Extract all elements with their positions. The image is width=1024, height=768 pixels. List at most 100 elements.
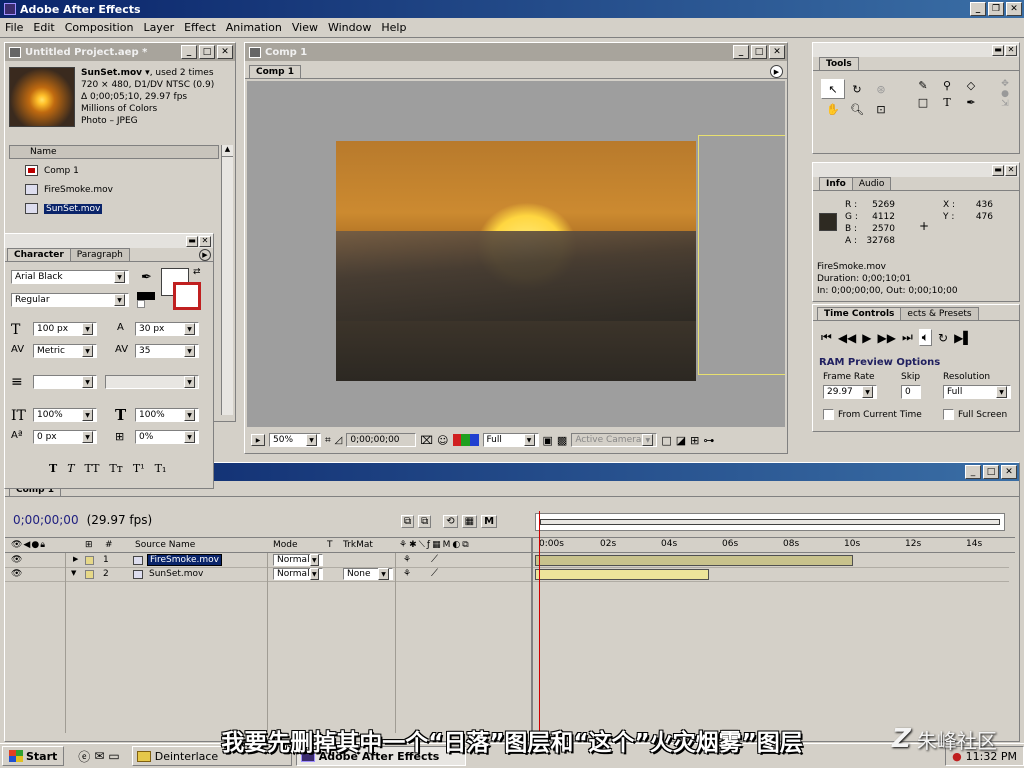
flowchart-icon[interactable]: ⊞	[690, 434, 699, 447]
brush-tool-icon[interactable]: ✎	[911, 79, 935, 92]
first-frame-icon[interactable]: ⏮	[821, 330, 832, 345]
comp-flowchart-icon[interactable]: ⊶	[703, 434, 714, 447]
panel-close-button[interactable]: ✕	[1005, 44, 1017, 56]
hand-tool-icon[interactable]: ✋	[821, 103, 845, 116]
tab-comp-1[interactable]: Comp 1	[249, 65, 302, 78]
tab-info[interactable]: Info	[819, 177, 853, 190]
selection-tool-icon[interactable]: ↖	[821, 79, 845, 99]
tab-time-controls[interactable]: Time Controls	[817, 307, 902, 320]
minimize-button[interactable]: _	[970, 2, 986, 16]
motion-blur-icon[interactable]: M	[481, 515, 498, 528]
menu-file[interactable]: File	[0, 21, 28, 34]
rectangle-tool-icon[interactable]: □	[911, 96, 935, 109]
blend-mode-select[interactable]: Normal ▼	[273, 554, 323, 566]
quality-switch-icon[interactable]: ⟋	[431, 554, 438, 565]
panel-close-button[interactable]: ✕	[1005, 164, 1017, 176]
leading-field[interactable]: 30 px ▼	[135, 322, 199, 336]
horizontal-scale-field[interactable]: 100% ▼	[135, 408, 199, 422]
tab-paragraph[interactable]: Paragraph	[69, 248, 130, 261]
timecode-display[interactable]: 0;00;00;00	[346, 433, 417, 447]
layer-duration-bar[interactable]	[535, 569, 709, 580]
layer-duration-bar[interactable]	[535, 555, 853, 566]
rotation-tool-icon[interactable]: ↻	[845, 79, 869, 99]
layer-row-sunset[interactable]: 👁︎ ▼ 2 SunSet.mov Normal ▼ None ▼ ⚘ ⟋	[5, 568, 1009, 582]
font-family-select[interactable]: Arial Black ▼	[11, 270, 129, 284]
expand-triangle-icon[interactable]: ▶	[73, 555, 78, 563]
shy-switch-icon[interactable]: ⚘	[403, 555, 411, 565]
menu-view[interactable]: View	[287, 21, 323, 34]
blend-mode-select[interactable]: Normal ▼	[273, 568, 323, 580]
world-axis-icon[interactable]: ●	[1001, 89, 1009, 99]
comp-menu-icon[interactable]: ▶	[770, 65, 783, 78]
channel-icon[interactable]	[452, 434, 479, 446]
type-tool-icon[interactable]: T	[935, 96, 959, 109]
tab-audio[interactable]: Audio	[851, 177, 892, 190]
always-preview-icon[interactable]: ▶	[251, 434, 265, 446]
quality-switch-icon[interactable]: ⟋	[431, 568, 438, 579]
project-maximize-button[interactable]: □	[199, 45, 215, 59]
zoom-tool-icon[interactable]: 🔍︎	[845, 103, 869, 116]
menu-window[interactable]: Window	[323, 21, 376, 34]
collapse-triangle-icon[interactable]: ▼	[71, 569, 76, 577]
menu-help[interactable]: Help	[376, 21, 411, 34]
show-snapshot-icon[interactable]: ☺	[437, 434, 448, 447]
frame-rate-select[interactable]: 29.97 ▼	[823, 385, 877, 399]
comp-viewer[interactable]	[247, 81, 785, 427]
ie-quicklaunch-icon[interactable]: ⓔ	[78, 748, 90, 765]
resolution-select[interactable]: Full ▼	[482, 433, 539, 447]
full-screen-checkbox[interactable]	[943, 409, 954, 420]
menu-effect[interactable]: Effect	[179, 21, 221, 34]
timeline-maximize-button[interactable]: □	[983, 465, 999, 479]
clone-stamp-icon[interactable]: ⚲	[935, 79, 959, 92]
layer-name[interactable]: SunSet.mov	[149, 569, 203, 579]
project-item-firesmoke[interactable]: FireSmoke.mov	[9, 180, 219, 199]
region-icon[interactable]: ⌗	[325, 435, 331, 446]
comp-marker-icon[interactable]: ⧉	[401, 515, 415, 528]
faux-italic-button[interactable]: T	[67, 462, 74, 475]
last-frame-icon[interactable]: ⏭	[902, 330, 913, 345]
pan-behind-icon[interactable]: ⊡	[869, 103, 893, 116]
folder-quicklaunch-icon[interactable]: ▭	[108, 749, 119, 763]
mask-icon[interactable]: ◿	[335, 435, 343, 446]
outlook-quicklaunch-icon[interactable]: ✉	[94, 749, 104, 763]
tracking-field[interactable]: 35 ▼	[135, 344, 199, 358]
small-caps-button[interactable]: Tт	[109, 462, 122, 475]
3d-view-icon[interactable]: □	[661, 434, 671, 447]
subscript-button[interactable]: T₁	[155, 462, 167, 475]
ram-preview-icon[interactable]: ▶▌	[954, 331, 972, 345]
play-icon[interactable]: ▶	[862, 331, 871, 345]
menu-composition[interactable]: Composition	[60, 21, 139, 34]
tsume-field[interactable]: 0% ▼	[135, 430, 199, 444]
layer-row-firesmoke[interactable]: 👁︎ ▶ 1 FireSmoke.mov Normal ▼ ⚘ ⟋	[5, 554, 1009, 568]
swap-colors-icon[interactable]: ⇄	[193, 267, 201, 277]
restore-button[interactable]: ❐	[988, 2, 1004, 16]
comp-maximize-button[interactable]: □	[751, 45, 767, 59]
panel-menu-icon[interactable]: ▶	[199, 249, 211, 261]
comp-family-icon[interactable]: ⧉	[418, 515, 432, 528]
snapshot-icon[interactable]: ⌧	[420, 434, 433, 447]
label-color-swatch[interactable]	[85, 570, 94, 579]
time-navigator[interactable]	[535, 513, 1005, 531]
kerning-field[interactable]: Metric ▼	[33, 344, 97, 358]
file-name[interactable]: SunSet.mov ▾	[81, 68, 150, 78]
stroke-width-field[interactable]: ▼	[33, 375, 97, 389]
ram-resolution-select[interactable]: Full ▼	[943, 385, 1011, 399]
project-close-button[interactable]: ✕	[217, 45, 233, 59]
start-button[interactable]: Start	[2, 746, 65, 766]
eyedropper-icon[interactable]: ✒	[141, 270, 152, 285]
project-item-comp[interactable]: Comp 1	[9, 161, 219, 180]
comp-close-button[interactable]: ✕	[769, 45, 785, 59]
menu-animation[interactable]: Animation	[221, 21, 287, 34]
font-size-field[interactable]: 100 px ▼	[33, 322, 97, 336]
layer-name[interactable]: FireSmoke.mov	[147, 554, 222, 566]
menu-layer[interactable]: Layer	[138, 21, 179, 34]
live-update-icon[interactable]: ⟲	[443, 515, 458, 528]
project-item-sunset[interactable]: SunSet.mov	[9, 199, 219, 218]
audio-toggle-icon[interactable]: 🔈︎	[918, 329, 932, 346]
pixel-aspect-icon[interactable]: ◪	[676, 434, 686, 447]
vertical-scale-field[interactable]: 100% ▼	[33, 408, 97, 422]
loop-icon[interactable]: ↻	[938, 331, 948, 345]
comp-minimize-button[interactable]: _	[733, 45, 749, 59]
panel-minimize-button[interactable]: ▬	[186, 235, 198, 247]
project-minimize-button[interactable]: _	[181, 45, 197, 59]
